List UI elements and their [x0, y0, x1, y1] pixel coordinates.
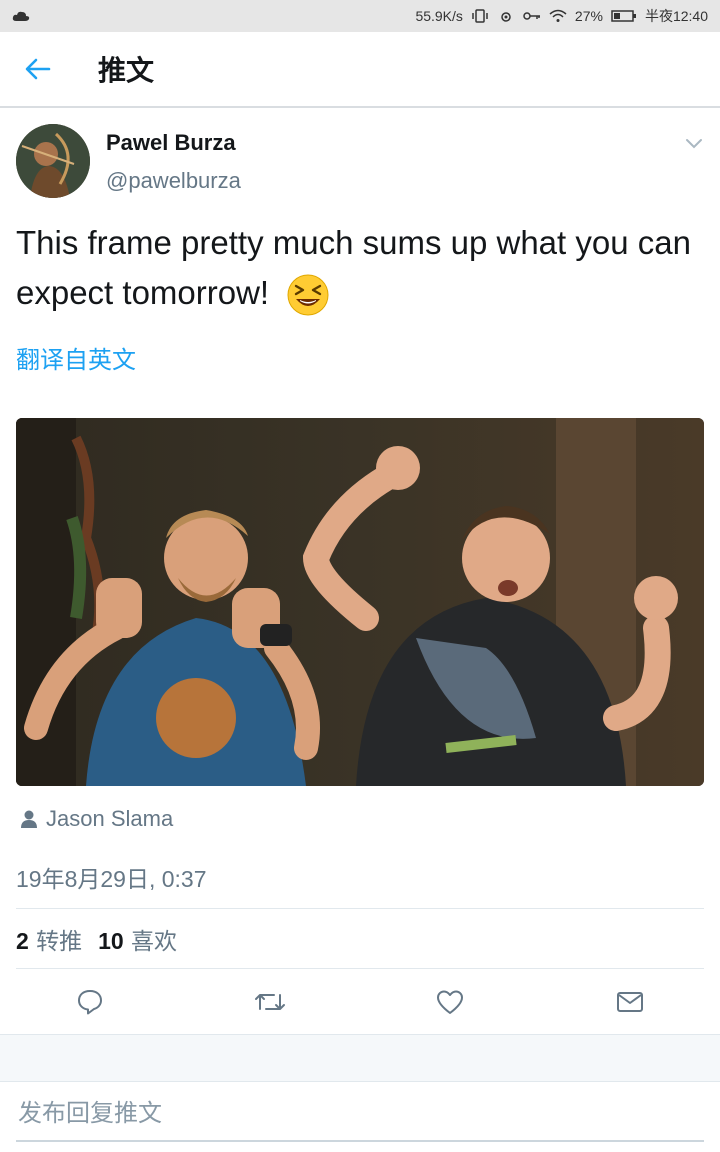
divider	[16, 908, 704, 909]
retweets-count: 2	[16, 928, 29, 954]
retweets-label: 转推	[36, 929, 83, 955]
tagged-user-name: Jason Slama	[46, 806, 174, 831]
tweet-author: Pawel Burza @pawelburza	[16, 124, 704, 200]
likes-stat[interactable]: 10 喜欢	[98, 922, 177, 956]
photo-two-men-celebrating	[16, 418, 704, 786]
back-arrow-icon	[25, 58, 51, 80]
author-handle[interactable]: @pawelburza	[106, 168, 241, 194]
vibrate-icon	[472, 9, 488, 23]
cloud-icon	[12, 11, 30, 21]
clock: 半夜12:40	[644, 8, 708, 24]
translate-link[interactable]: 翻译自英文	[16, 340, 136, 375]
heart-icon	[437, 990, 463, 1014]
battery-icon	[611, 10, 636, 22]
avatar[interactable]	[16, 124, 90, 198]
tweet-photo[interactable]	[16, 418, 704, 786]
status-indicators: 55.9K/s 27% 半夜12:40	[415, 6, 708, 26]
reply-icon	[78, 990, 102, 1015]
wifi-icon	[549, 9, 567, 22]
reply-button[interactable]	[74, 986, 106, 1018]
likes-label: 喜欢	[131, 929, 178, 955]
status-bar: 55.9K/s 27% 半夜12:40	[0, 0, 720, 32]
avatar-image	[16, 124, 90, 198]
eye-icon	[501, 12, 511, 22]
tagged-user[interactable]: Jason Slama	[20, 806, 173, 832]
tweet-actions	[0, 970, 720, 1034]
mail-icon	[617, 992, 643, 1012]
laughing-emoji-icon	[287, 274, 329, 316]
likes-count: 10	[98, 928, 124, 954]
key-icon	[523, 12, 540, 20]
network-speed: 55.9K/s	[415, 8, 463, 24]
like-button[interactable]	[434, 986, 466, 1018]
reply-input[interactable]	[16, 1086, 704, 1142]
person-icon	[21, 810, 37, 828]
tweet-text: This frame pretty much sums up what you …	[16, 218, 704, 318]
divider	[16, 968, 704, 969]
section-separator	[0, 1034, 720, 1082]
tweet-timestamp: 19年8月29日, 0:37	[16, 866, 207, 892]
page-title: 推文	[98, 54, 155, 87]
tweet-body: This frame pretty much sums up what you …	[16, 224, 691, 311]
author-name[interactable]: Pawel Burza	[106, 130, 236, 156]
back-button[interactable]	[22, 53, 54, 85]
retweets-stat[interactable]: 2 转推	[16, 922, 82, 956]
battery-percent: 27%	[574, 8, 603, 24]
tweet-stats: 2 转推 10 喜欢	[16, 922, 177, 956]
chevron-down-icon[interactable]	[684, 136, 704, 150]
share-button[interactable]	[614, 986, 646, 1018]
retweet-icon	[255, 994, 285, 1010]
app-header: 推文	[0, 32, 720, 108]
retweet-button[interactable]	[254, 986, 286, 1018]
